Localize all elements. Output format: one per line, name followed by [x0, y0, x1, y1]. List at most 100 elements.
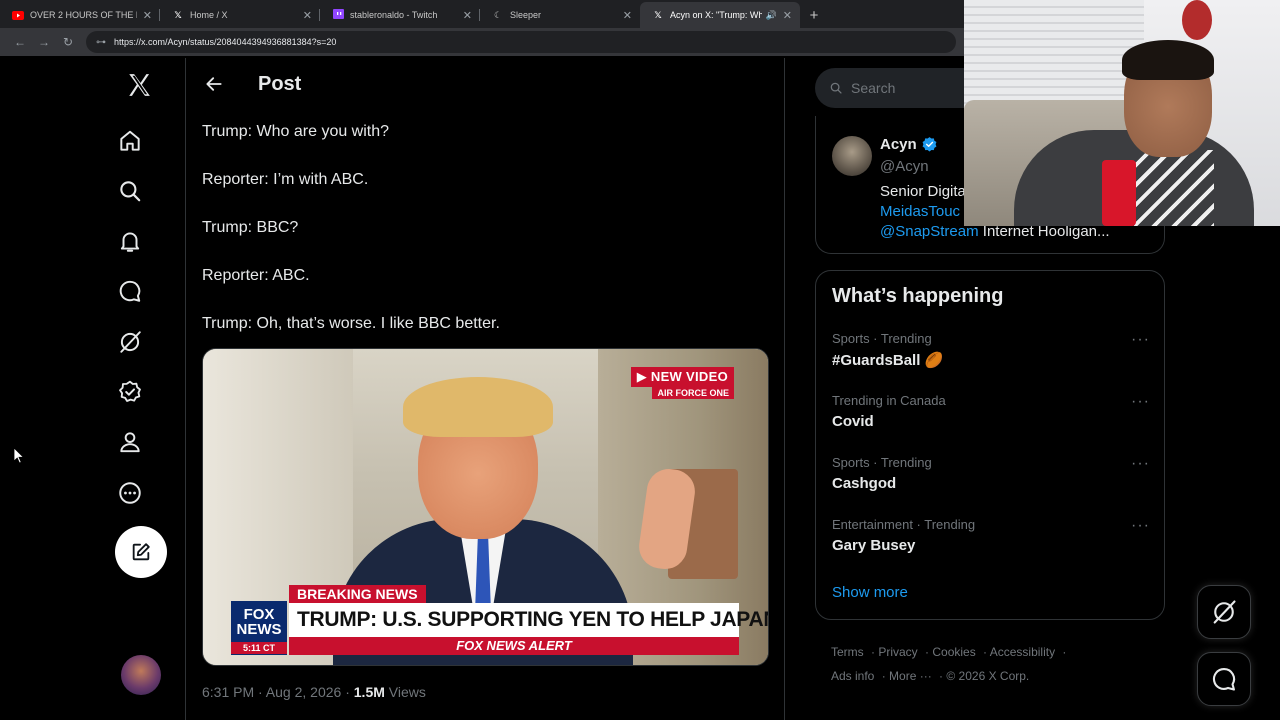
webcam-background	[1182, 0, 1212, 40]
tab-home-x[interactable]: 𝕏 Home / X ✕	[160, 2, 320, 28]
grok-icon	[1213, 600, 1236, 624]
news-chyron: FOX NEWS 5:11 CT BREAKING NEWS TRUMP: U.…	[231, 585, 768, 655]
tweet-video[interactable]: ▶ NEW VIDEO AIR FORCE ONE FOX NEWS 5:11 …	[202, 348, 769, 666]
trend-item[interactable]: Sports · Trending #GuardsBall 🏉 ···	[832, 331, 1150, 381]
tab-title: Acyn on X: "Trump: Who are	[670, 10, 762, 20]
compose-post-button[interactable]	[115, 526, 167, 578]
back-arrow-icon[interactable]: ←	[8, 35, 32, 49]
close-icon[interactable]: ✕	[303, 9, 312, 22]
footer-link-accessibility[interactable]: Accessibility	[990, 645, 1055, 659]
tab-title: OVER 2 HOURS OF THE BEST I	[30, 10, 137, 20]
notifications-bell-icon[interactable]	[115, 226, 145, 256]
back-arrow-icon	[206, 77, 222, 91]
more-dots-icon[interactable]: ···	[1131, 455, 1150, 473]
tweet-line: Reporter: I’m with ABC.	[202, 171, 369, 188]
footer-link-more[interactable]: More ···	[889, 669, 932, 683]
search-icon[interactable]	[115, 176, 145, 206]
home-icon[interactable]	[115, 126, 145, 156]
trend-name: #GuardsBall 🏉	[832, 352, 944, 369]
trend-name: Gary Busey	[832, 537, 916, 554]
trend-name: Cashgod	[832, 475, 897, 492]
views-label: Views	[384, 684, 426, 700]
browser-tab-bar: OVER 2 HOURS OF THE BEST I ✕ 𝕏 Home / X …	[0, 0, 964, 28]
air-force-one-badge: AIR FORCE ONE	[652, 387, 734, 399]
forward-arrow-icon[interactable]: →	[32, 35, 56, 49]
messages-float-button[interactable]	[1197, 652, 1251, 706]
tab-title: Sleeper	[510, 10, 542, 20]
footer-link-cookies[interactable]: Cookies	[932, 645, 975, 659]
author-handle[interactable]: @Acyn	[880, 158, 929, 175]
news-alert-label: FOX NEWS ALERT	[289, 637, 739, 655]
chyron-headline: TRUMP: U.S. SUPPORTING YEN TO HELP JAPAN	[289, 603, 768, 637]
tab-title: stableronaldo - Twitch	[350, 10, 438, 20]
tweet-line: Trump: BBC?	[202, 219, 299, 236]
whats-happening-panel: What’s happening Sports · Trending #Guar…	[815, 270, 1165, 620]
tweet-text: Trump: Who are you with? Reporter: I’m w…	[202, 120, 772, 360]
tab-acyn-post[interactable]: 𝕏 Acyn on X: "Trump: Who are 🔊 ✕	[640, 2, 800, 28]
main-column: Post Trump: Who are you with? Reporter: …	[185, 58, 785, 720]
more-dots-icon[interactable]: ···	[1131, 517, 1150, 535]
tweet-line: Trump: Oh, that’s worse. I like BBC bett…	[202, 315, 500, 332]
url-text: https://x.com/Acyn/status/20840443949368…	[114, 37, 337, 47]
webcam-person	[1122, 40, 1214, 80]
tweet-meta: 6:31 PM · Aug 2, 2026 · 1.5M Views	[202, 684, 426, 700]
footer-link-terms[interactable]: Terms	[831, 645, 864, 659]
fox-news-logo: FOX NEWS 5:11 CT	[231, 601, 287, 655]
verified-badge-icon	[922, 137, 937, 152]
footer-links: Terms · Privacy · Cookies · Accessibilit…	[831, 645, 1067, 683]
author-name-text: Acyn	[880, 136, 917, 153]
footer-link-ads[interactable]: Ads info	[831, 669, 874, 683]
messages-icon[interactable]	[115, 276, 145, 306]
trend-item[interactable]: Trending in Canada Covid ···	[832, 393, 1150, 443]
site-info-icon[interactable]: ⊶	[96, 37, 106, 48]
webcam-person	[1134, 150, 1214, 226]
tab-twitch[interactable]: stableronaldo - Twitch ✕	[320, 2, 480, 28]
close-icon[interactable]: ✕	[623, 9, 632, 22]
close-icon[interactable]: ✕	[463, 9, 472, 22]
footer-link-privacy[interactable]: Privacy	[878, 645, 917, 659]
url-field[interactable]: ⊶ https://x.com/Acyn/status/208404439493…	[86, 31, 956, 53]
address-bar: ← → ↻ ⊶ https://x.com/Acyn/status/208404…	[0, 28, 964, 56]
speaker-icon[interactable]: 🔊	[766, 10, 777, 21]
tweet-line: Trump: Who are you with?	[202, 123, 390, 140]
reload-icon[interactable]: ↻	[56, 35, 80, 49]
new-tab-button[interactable]: +	[800, 2, 828, 28]
trend-category: Entertainment · Trending	[832, 517, 976, 532]
account-avatar[interactable]	[121, 655, 161, 695]
grok-icon[interactable]	[115, 327, 145, 357]
broadcast-time: 5:11 CT	[231, 642, 287, 654]
panel-title: What’s happening	[832, 285, 1004, 307]
copyright: © 2026 X Corp.	[946, 669, 1030, 683]
more-dots-icon[interactable]: ···	[1131, 393, 1150, 411]
webcam-object	[1102, 160, 1136, 226]
tweet-timestamp[interactable]: 6:31 PM · Aug 2, 2026 ·	[202, 684, 354, 700]
close-icon[interactable]: ✕	[143, 9, 152, 22]
tab-sleeper[interactable]: ☾ Sleeper ✕	[480, 2, 640, 28]
profile-icon[interactable]	[115, 427, 145, 457]
more-options-icon[interactable]	[115, 478, 145, 508]
trend-item[interactable]: Sports · Trending Cashgod ···	[832, 455, 1150, 505]
x-icon: 𝕏	[174, 9, 182, 20]
youtube-icon	[12, 9, 24, 21]
author-name[interactable]: Acyn	[880, 136, 938, 153]
twitch-icon	[332, 9, 344, 21]
tweet-line: Reporter: ABC.	[202, 267, 310, 284]
back-button[interactable]	[202, 72, 226, 96]
grok-float-button[interactable]	[1197, 585, 1251, 639]
trend-item[interactable]: Entertainment · Trending Gary Busey ···	[832, 517, 1150, 567]
show-more-link[interactable]: Show more	[832, 584, 908, 601]
network-name: FOX NEWS	[236, 606, 282, 638]
author-avatar[interactable]	[832, 136, 872, 176]
trend-category: Sports · Trending	[832, 455, 932, 470]
mouse-cursor-icon	[14, 448, 24, 464]
trend-category: Sports · Trending	[832, 331, 932, 346]
search-placeholder: Search	[851, 80, 896, 96]
more-dots-icon[interactable]: ···	[1131, 331, 1150, 349]
close-icon[interactable]: ✕	[783, 9, 792, 22]
search-icon	[830, 82, 842, 94]
new-video-badge: ▶ NEW VIDEO	[630, 367, 734, 387]
x-logo-icon[interactable]	[124, 70, 154, 100]
verified-orgs-icon[interactable]	[115, 377, 145, 407]
post-header: Post	[186, 58, 784, 110]
tab-youtube[interactable]: OVER 2 HOURS OF THE BEST I ✕	[0, 2, 160, 28]
